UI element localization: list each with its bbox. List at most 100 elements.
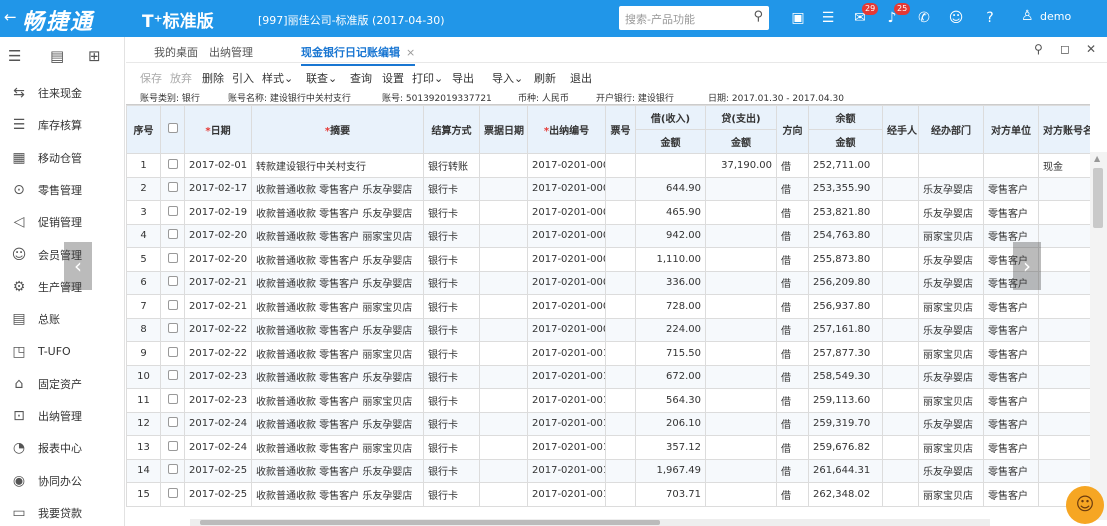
sidebar-item-7[interactable]: ▤ 总账 <box>0 303 124 335</box>
cell-date[interactable]: 2017-02-20 <box>184 247 252 272</box>
cell-dir[interactable]: 借 <box>776 270 809 295</box>
close-icon[interactable]: × <box>406 46 415 59</box>
cell-party[interactable]: 零售客户 <box>983 482 1039 507</box>
cell-balance[interactable]: 256,209.80 <box>808 270 883 295</box>
cell-summary[interactable]: 收款普通收款 零售客户 丽家宝贝店 <box>251 388 424 413</box>
cell-balance[interactable]: 253,821.80 <box>808 200 883 225</box>
cell-seq[interactable]: 8 <box>126 317 161 342</box>
cell-billno[interactable] <box>605 223 636 248</box>
hscroll-thumb[interactable] <box>200 520 660 525</box>
search-input[interactable]: 搜索-产品功能 ⚲ <box>619 6 769 30</box>
cell-settle[interactable]: 银行卡 <box>423 458 480 483</box>
cell-debit[interactable]: 336.00 <box>635 270 706 295</box>
cell-seq[interactable]: 14 <box>126 458 161 483</box>
cell-summary[interactable]: 收款普通收款 零售客户 丽家宝贝店 <box>251 341 424 366</box>
cell-select[interactable] <box>160 200 185 225</box>
toolbar-button-9[interactable]: 导出 <box>452 70 474 86</box>
cell-seq[interactable]: 3 <box>126 200 161 225</box>
cell-billno[interactable] <box>605 247 636 272</box>
cell-dept[interactable]: 丽家宝贝店 <box>918 388 984 413</box>
search-icon[interactable]: ⚲ <box>753 9 763 24</box>
message-icon[interactable]: ✉ 29 <box>850 3 879 28</box>
tab-journal-edit[interactable]: 现金银行日记账编辑 × <box>301 44 416 66</box>
cell-date[interactable]: 2017-02-23 <box>184 388 252 413</box>
cell-summary[interactable]: 收款普通收款 零售客户 乐友孕婴店 <box>251 247 424 272</box>
cell-partyacct[interactable] <box>1038 247 1090 272</box>
cell-credit[interactable] <box>705 388 777 413</box>
table-row[interactable]: 2 2017-02-17 收款普通收款 零售客户 乐友孕婴店 银行卡 2017-0201… <box>126 176 1090 201</box>
cell-date[interactable]: 2017-02-23 <box>184 364 252 389</box>
toolbar-button-6[interactable]: 查询 <box>350 70 372 86</box>
cell-seq[interactable]: 9 <box>126 341 161 366</box>
user-icon[interactable]: ♙ <box>1021 8 1034 24</box>
row-checkbox[interactable] <box>167 299 178 310</box>
cell-balance[interactable]: 256,937.80 <box>808 294 883 319</box>
cell-handler[interactable] <box>882 435 919 460</box>
cell-party[interactable]: 零售客户 <box>983 364 1039 389</box>
cell-credit[interactable] <box>705 482 777 507</box>
cell-outno[interactable]: 2017-0201-0012 <box>527 388 606 413</box>
cell-handler[interactable] <box>882 388 919 413</box>
cell-settle[interactable]: 银行卡 <box>423 482 480 507</box>
cell-billno[interactable] <box>605 388 636 413</box>
cell-billno[interactable] <box>605 482 636 507</box>
col-select-all[interactable] <box>160 105 185 154</box>
cell-seq[interactable]: 2 <box>126 176 161 201</box>
table-row[interactable]: 12 2017-02-24 收款普通收款 零售客户 乐友孕婴店 银行卡 2017-020… <box>126 411 1090 436</box>
cell-settle[interactable]: 银行卡 <box>423 388 480 413</box>
cell-dir[interactable]: 借 <box>776 223 809 248</box>
cell-settle[interactable]: 银行卡 <box>423 294 480 319</box>
cell-party[interactable] <box>983 153 1039 178</box>
cell-dept[interactable]: 丽家宝贝店 <box>918 341 984 366</box>
cell-select[interactable] <box>160 223 185 248</box>
cell-dir[interactable]: 借 <box>776 247 809 272</box>
cell-partyacct[interactable] <box>1038 223 1090 248</box>
cell-date[interactable]: 2017-02-20 <box>184 223 252 248</box>
cell-select[interactable] <box>160 435 185 460</box>
cell-handler[interactable] <box>882 176 919 201</box>
row-checkbox[interactable] <box>167 229 178 240</box>
cell-outno[interactable]: 2017-0201-0011 <box>527 364 606 389</box>
cell-select[interactable] <box>160 458 185 483</box>
file-icon[interactable]: ▤ <box>50 47 64 65</box>
cell-dept[interactable]: 乐友孕婴店 <box>918 411 984 436</box>
cell-credit[interactable] <box>705 341 777 366</box>
cell-handler[interactable] <box>882 317 919 342</box>
cell-debit[interactable]: 1,967.49 <box>635 458 706 483</box>
cell-summary[interactable]: 收款普通收款 零售客户 丽家宝贝店 <box>251 294 424 319</box>
cell-select[interactable] <box>160 317 185 342</box>
cell-billdate[interactable] <box>479 388 528 413</box>
cell-billno[interactable] <box>605 270 636 295</box>
sidebar-item-10[interactable]: ⊡ 出纳管理 <box>0 400 124 432</box>
cell-balance[interactable]: 258,549.30 <box>808 364 883 389</box>
cell-billno[interactable] <box>605 435 636 460</box>
cell-settle[interactable]: 银行卡 <box>423 364 480 389</box>
cell-debit[interactable]: 1,110.00 <box>635 247 706 272</box>
cell-balance[interactable]: 253,355.90 <box>808 176 883 201</box>
toolbar-button-7[interactable]: 设置 <box>382 70 404 86</box>
table-row[interactable]: 3 2017-02-19 收款普通收款 零售客户 乐友孕婴店 银行卡 2017-0201… <box>126 200 1090 225</box>
cell-handler[interactable] <box>882 411 919 436</box>
cell-billdate[interactable] <box>479 435 528 460</box>
cell-credit[interactable] <box>705 435 777 460</box>
close-window-icon[interactable]: ✕ <box>1086 42 1096 56</box>
cell-credit[interactable] <box>705 176 777 201</box>
cell-select[interactable] <box>160 341 185 366</box>
horizontal-scrollbar[interactable] <box>190 519 990 526</box>
cell-handler[interactable] <box>882 458 919 483</box>
cell-debit[interactable]: 672.00 <box>635 364 706 389</box>
cell-seq[interactable]: 7 <box>126 294 161 319</box>
cell-dir[interactable]: 借 <box>776 458 809 483</box>
cell-billdate[interactable] <box>479 223 528 248</box>
cell-settle[interactable]: 银行卡 <box>423 176 480 201</box>
sidebar-item-6[interactable]: ⚙ 生产管理 <box>0 271 124 303</box>
cell-summary[interactable]: 收款普通收款 零售客户 乐友孕婴店 <box>251 364 424 389</box>
cell-credit[interactable]: 37,190.00 <box>705 153 777 178</box>
row-checkbox[interactable] <box>167 487 178 498</box>
cell-billdate[interactable] <box>479 458 528 483</box>
cell-outno[interactable]: 2017-0201-0004 <box>527 200 606 225</box>
cell-dir[interactable]: 借 <box>776 435 809 460</box>
cell-partyacct[interactable] <box>1038 458 1090 483</box>
cell-billdate[interactable] <box>479 247 528 272</box>
cell-credit[interactable] <box>705 458 777 483</box>
